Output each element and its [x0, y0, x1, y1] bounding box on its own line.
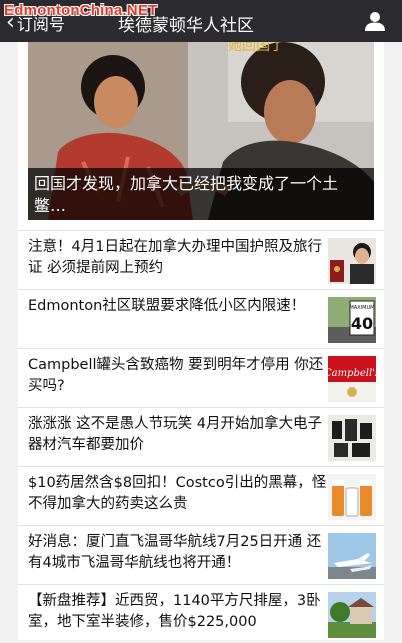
- article-title: 【新盘推荐】近西贸，1140平方尺排屋，3卧室，地下室半装修，售价$225,00…: [28, 593, 321, 630]
- article-title: Campbell罐头含致癌物 要到明年才停用 你还买吗?: [28, 357, 324, 394]
- lenses-thumbnail: [328, 415, 376, 461]
- medicine-thumbnail: [328, 474, 376, 520]
- townhouse-thumbnail: [328, 592, 376, 638]
- article-title: 涨涨涨 这不是愚人节玩笑 4月开始加拿大电子器材汽车都要加价: [28, 416, 322, 453]
- article-title: 注意！4月1日起在加拿大办理中国护照及旅行证 必须提前网上预约: [28, 239, 322, 276]
- article-feed: 她回国了 回国才发现，加拿大已经把我变成了一个土鳖… 注意！4月1日起在加拿大办…: [18, 42, 384, 640]
- sign-value-text: 40: [351, 314, 373, 333]
- article-item-campbell[interactable]: Campbell罐头含致癌物 要到明年才停用 你还买吗? Campbell's: [18, 348, 384, 407]
- passport-thumbnail: [328, 238, 376, 284]
- article-title: 好消息：厦门直飞温哥华航线7月25日开通 还有4城市飞温哥华航线也将开通！: [28, 534, 322, 571]
- article-item-passport[interactable]: 注意！4月1日起在加拿大办理中国护照及旅行证 必须提前网上预约: [18, 230, 384, 289]
- sign-top-text: MAXIMUM: [350, 305, 375, 311]
- featured-article[interactable]: 她回国了 回国才发现，加拿大已经把我变成了一个土鳖…: [28, 42, 374, 220]
- profile-icon[interactable]: [364, 10, 386, 32]
- article-item-costco[interactable]: $10药居然含$8回扣！Costco引出的黑幕，怪不得加拿大的药卖这么贵: [18, 466, 384, 525]
- airplane-thumbnail: [328, 533, 376, 579]
- article-title: $10药居然含$8回扣！Costco引出的黑幕，怪不得加拿大的药卖这么贵: [28, 475, 327, 512]
- article-item-townhouse[interactable]: 【新盘推荐】近西贸，1140平方尺排屋，3卧室，地下室半装修，售价$225,00…: [18, 584, 384, 643]
- article-item-speed-limit[interactable]: Edmonton社区联盟要求降低小区内限速！ MAXIMUM 40: [18, 289, 384, 348]
- brand-text: Campbell's: [328, 368, 376, 379]
- article-title: Edmonton社区联盟要求降低小区内限速！: [28, 298, 306, 314]
- article-list: 注意！4月1日起在加拿大办理中国护照及旅行证 必须提前网上预约 Edmonton…: [18, 230, 384, 643]
- article-item-xiamen-flight[interactable]: 好消息：厦门直飞温哥华航线7月25日开通 还有4城市飞温哥华航线也将开通！: [18, 525, 384, 584]
- featured-caption-bar: 回国才发现，加拿大已经把我变成了一个土鳖…: [28, 168, 374, 220]
- speed-sign-thumbnail: MAXIMUM 40: [328, 297, 376, 343]
- featured-caption: 回国才发现，加拿大已经把我变成了一个土鳖…: [34, 174, 339, 215]
- site-watermark: EdmontonChina.NET: [4, 2, 158, 19]
- featured-image-text: 她回国了: [228, 42, 284, 54]
- article-item-price-increase[interactable]: 涨涨涨 这不是愚人节玩笑 4月开始加拿大电子器材汽车都要加价: [18, 407, 384, 466]
- campbell-thumbnail: Campbell's: [328, 356, 376, 402]
